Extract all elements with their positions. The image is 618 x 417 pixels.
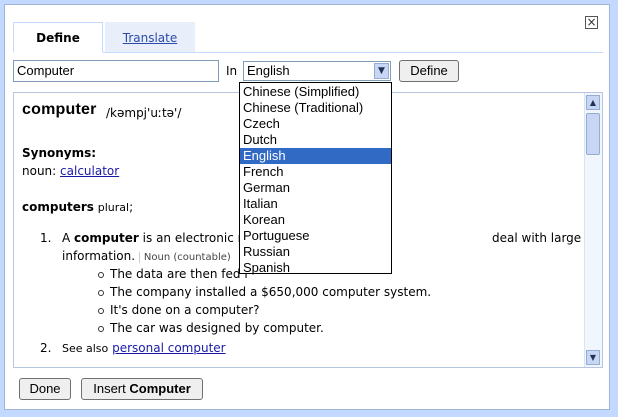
insert-word: Computer	[129, 381, 191, 396]
chevron-down-icon[interactable]: ▼	[374, 63, 389, 79]
see-also-line: See also personal computer	[62, 341, 582, 355]
tab-define[interactable]: Define	[13, 22, 103, 53]
word-form-line: computers plural;	[22, 200, 133, 214]
language-option[interactable]: Portuguese	[240, 228, 391, 244]
definition-text-a: is an electronic m	[142, 231, 250, 245]
example-item: The data are then fed i	[110, 267, 248, 281]
pronunciation: /kəmpj'uːtə'/	[106, 106, 182, 120]
see-also-link[interactable]: personal computer	[112, 341, 226, 355]
bullet-icon	[98, 326, 104, 332]
bullet-icon	[98, 272, 104, 278]
tab-bar: Define Translate	[13, 22, 603, 53]
word-form: computers	[22, 200, 94, 214]
language-option[interactable]: Korean	[240, 212, 391, 228]
headword: computer	[22, 101, 97, 118]
search-row: Computer In English ▼ Define	[13, 60, 603, 82]
result-scrollbar[interactable]: ▲ ▼	[584, 93, 602, 367]
language-option[interactable]: Italian	[240, 196, 391, 212]
language-option[interactable]: Chinese (Simplified)	[240, 84, 391, 100]
language-select[interactable]: English ▼	[243, 61, 391, 81]
language-option[interactable]: Russian	[240, 244, 391, 260]
scroll-up-icon[interactable]: ▲	[586, 95, 600, 110]
synonym-link[interactable]: calculator	[60, 164, 119, 178]
definition-number: 1.	[40, 231, 52, 245]
word-form-suffix: ;	[129, 200, 134, 214]
definition-prefix: A	[62, 231, 71, 245]
language-option[interactable]: Chinese (Traditional)	[240, 100, 391, 116]
language-select-value: English	[247, 63, 290, 78]
example-item: The car was designed by computer.	[110, 321, 324, 335]
example-item: The company installed a $650,000 compute…	[110, 285, 432, 299]
language-option-selected[interactable]: English	[240, 148, 391, 164]
synonym-pos: noun:	[22, 164, 57, 178]
word-input[interactable]: Computer	[13, 60, 219, 82]
synonyms-label: Synonyms:	[22, 146, 97, 160]
language-option[interactable]: Dutch	[240, 132, 391, 148]
language-option[interactable]: Czech	[240, 116, 391, 132]
bullet-icon	[98, 290, 104, 296]
language-dropdown-list[interactable]: Chinese (Simplified) Chinese (Traditiona…	[239, 82, 392, 276]
language-option[interactable]: German	[240, 180, 391, 196]
language-option[interactable]: French	[240, 164, 391, 180]
language-option[interactable]: Spanish	[240, 260, 391, 276]
example-item: It's done on a computer?	[110, 303, 260, 317]
define-button[interactable]: Define	[399, 60, 459, 82]
done-button[interactable]: Done	[19, 378, 71, 400]
synonym-line: noun: calculator	[22, 164, 119, 178]
insert-prefix: Insert	[93, 381, 126, 396]
insert-button[interactable]: Insert Computer	[81, 378, 203, 400]
grammar-note: Noun (countable)	[138, 252, 231, 263]
definition-number: 2.	[40, 341, 52, 355]
definition-bold-word: computer	[74, 231, 139, 245]
word-form-note: plural	[97, 201, 130, 214]
see-also-label: See also	[62, 342, 109, 355]
bullet-icon	[98, 308, 104, 314]
scroll-thumb[interactable]	[586, 113, 600, 155]
tab-translate[interactable]: Translate	[105, 22, 195, 52]
definition-text-c: information.	[62, 249, 136, 263]
in-label: In	[226, 64, 238, 78]
scroll-down-icon[interactable]: ▼	[586, 350, 600, 365]
